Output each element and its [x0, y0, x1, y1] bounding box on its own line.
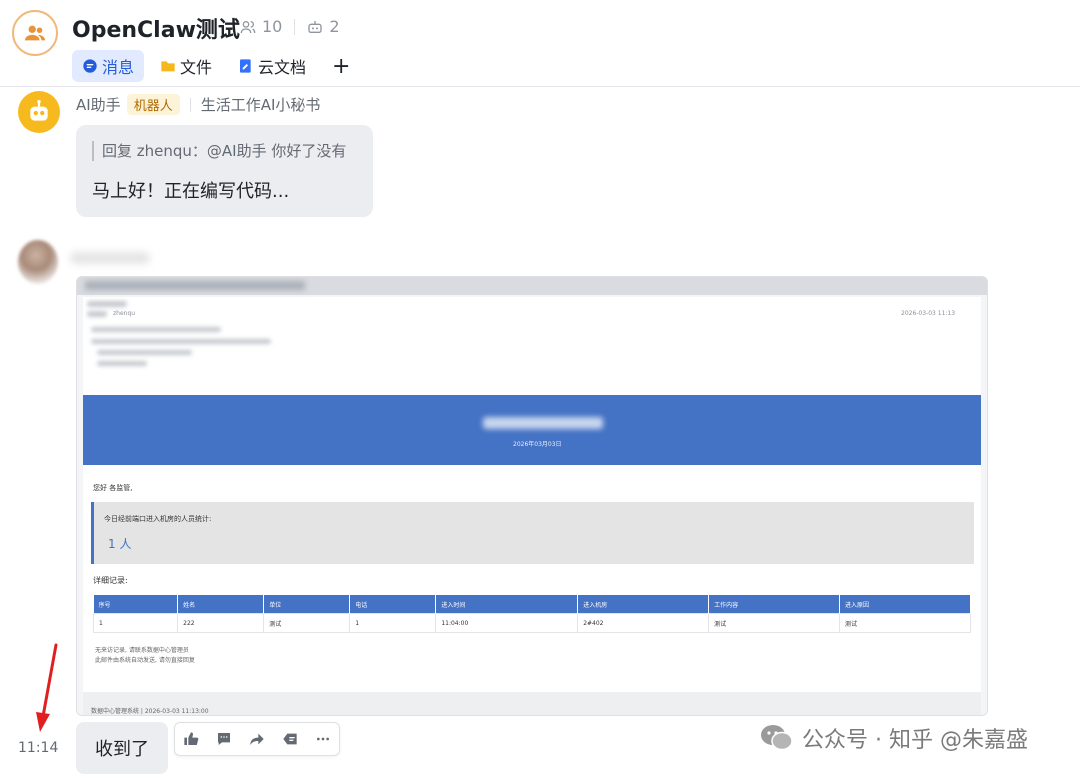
folder-icon	[161, 61, 175, 72]
message-time: 11:14	[18, 740, 59, 756]
user-name-blurred	[70, 252, 150, 264]
tab-messages[interactable]: 消息	[72, 50, 145, 82]
table-cell: 222	[177, 613, 265, 633]
add-tab-button[interactable]: +	[322, 50, 360, 82]
comment-button[interactable]	[210, 725, 238, 753]
sender-description: 生活工作AI小秘书	[200, 96, 321, 114]
banner-date: 2026年03月03日	[513, 441, 562, 448]
chat-header: OpenClaw测试 10 2 消息 文件 云文档 +	[0, 0, 1080, 87]
blurred-text	[91, 327, 221, 332]
blurred-text	[97, 361, 147, 366]
quoted-reply[interactable]: 回复 zhenqu：@AI助手 你好了没有	[92, 141, 346, 161]
tab-cloud-docs[interactable]: 云文档	[228, 50, 316, 82]
chat-tabs: 消息 文件 云文档 +	[72, 50, 360, 82]
message-text: 马上好！正在编写代码...	[92, 181, 290, 202]
bot-message-bubble[interactable]: 回复 zhenqu：@AI助手 你好了没有 马上好！正在编写代码...	[76, 125, 373, 217]
blurred-text	[87, 301, 127, 307]
like-button[interactable]	[177, 725, 205, 753]
col-header: 电话	[349, 595, 437, 614]
bot-sender-line: AI助手 机器人 生活工作AI小秘书	[76, 94, 320, 115]
robot-icon	[30, 99, 48, 121]
members-icon[interactable]	[240, 19, 256, 35]
more-icon	[316, 737, 329, 741]
bots-count[interactable]: 2	[329, 17, 339, 36]
sender-divider	[189, 97, 191, 112]
group-title: OpenClaw测试	[72, 18, 240, 43]
table-row: 1 222 测试 1 11:04:00 2#402 测试 测试	[92, 613, 971, 633]
table-header-row: 序号 姓名 单位 电话 进入时间 进入机房 工作内容 进入原因	[93, 595, 971, 614]
col-header: 进入时间	[435, 595, 579, 614]
table-cell: 测试	[839, 613, 971, 633]
thumbs-up-icon	[184, 732, 199, 745]
blurred-text	[97, 350, 192, 355]
table-cell: 1	[92, 613, 179, 633]
detail-label: 详细记录:	[93, 576, 128, 585]
table-cell: 测试	[263, 613, 351, 633]
tab-files-label: 文件	[180, 58, 213, 77]
email-timestamp: 2026-03-03 11:13	[901, 310, 956, 317]
table-cell: 测试	[708, 613, 841, 633]
members-count[interactable]: 10	[262, 17, 282, 36]
summary-count: 1 人	[108, 537, 132, 551]
group-users-icon	[24, 25, 46, 41]
blurred-text	[91, 339, 271, 344]
bot-avatar[interactable]	[18, 91, 60, 133]
email-banner: 2026年03月03日	[83, 395, 981, 465]
comment-icon	[218, 733, 231, 745]
tab-cloud-docs-label: 云文档	[258, 58, 307, 77]
user-avatar[interactable]	[18, 240, 58, 284]
tab-files[interactable]: 文件	[150, 50, 222, 82]
reply-bubble[interactable]: 收到了	[76, 722, 168, 774]
forward-icon	[250, 733, 264, 745]
sender-name[interactable]: AI助手	[76, 94, 121, 115]
bot-tag: 机器人	[126, 94, 180, 115]
email-footer-text: 数据中心管理系统 | 2026-03-03 11:13:00	[91, 708, 209, 715]
email-screenshot-image[interactable]: zhenqu 2026-03-03 11:13 2026年03月03日 您好 各…	[76, 276, 988, 716]
table-cell: 11:04:00	[435, 613, 579, 633]
col-header: 姓名	[177, 595, 265, 614]
table-cell: 1	[349, 613, 437, 633]
col-header: 进入原因	[839, 595, 971, 614]
email-greeting: 您好 各监管,	[93, 484, 133, 492]
wechat-logo-icon	[761, 725, 793, 751]
col-header: 序号	[93, 595, 179, 614]
email-note-2: 此邮件由系统自动发送, 请勿直接回复	[95, 657, 195, 664]
forward-button[interactable]	[243, 725, 271, 753]
cloud-doc-icon	[240, 59, 251, 73]
summary-box: 今日经前端口进入机房的人员统计: 1 人	[91, 502, 974, 564]
banner-title-blurred	[483, 417, 603, 429]
records-table: 序号 姓名 单位 电话 进入时间 进入机房 工作内容 进入原因 1 222 测试…	[92, 595, 971, 633]
table-cell: 2#402	[577, 613, 710, 633]
message-actions-bar	[174, 722, 340, 756]
more-button[interactable]	[309, 725, 337, 753]
email-footer: 数据中心管理系统 | 2026-03-03 11:13:00	[83, 692, 981, 715]
col-header: 进入机房	[577, 595, 710, 614]
email-note-1: 无来访记录, 请联系数据中心管理员	[95, 647, 189, 654]
email-sender: zhenqu	[113, 310, 136, 317]
email-content: zhenqu 2026-03-03 11:13 2026年03月03日 您好 各…	[83, 297, 981, 715]
quote-reply-icon	[283, 733, 297, 745]
tab-messages-label: 消息	[102, 58, 135, 77]
watermark: 公众号 · 知乎 @朱嘉盛	[760, 722, 1028, 754]
chat-bubble-icon	[83, 59, 97, 73]
meta-divider	[294, 18, 296, 35]
watermark-text: 公众号 · 知乎 @朱嘉盛	[802, 728, 1028, 753]
reply-button[interactable]	[276, 725, 304, 753]
blurred-text	[87, 311, 107, 317]
plus-icon: +	[332, 53, 351, 79]
col-header: 单位	[263, 595, 351, 614]
image-top-bar	[77, 277, 987, 295]
bot-icon[interactable]	[307, 19, 323, 35]
group-meta: 10 2	[240, 17, 340, 36]
col-header: 工作内容	[708, 595, 841, 614]
summary-label: 今日经前端口进入机房的人员统计:	[104, 515, 212, 523]
blurred-subject	[85, 281, 305, 290]
group-avatar[interactable]	[12, 10, 58, 56]
